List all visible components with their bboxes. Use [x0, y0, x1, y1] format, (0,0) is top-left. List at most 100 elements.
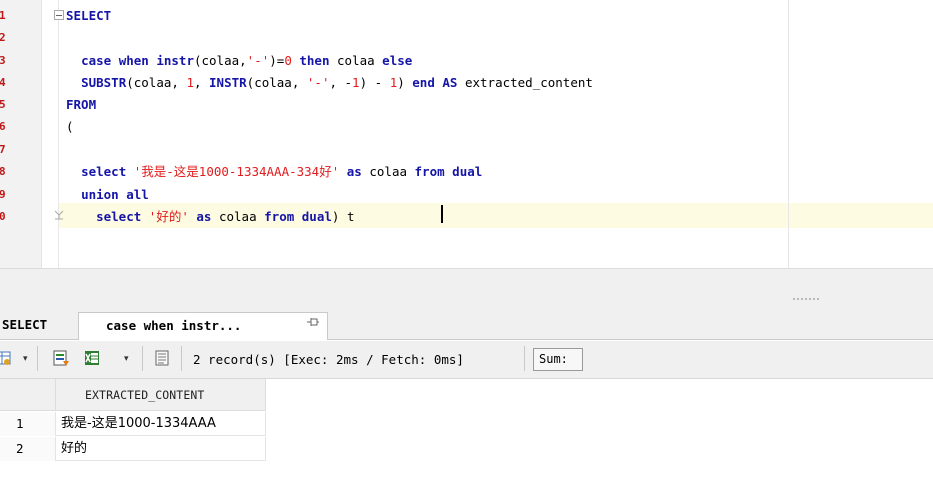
cell-extracted-content[interactable]: 我是-这是1000-1334AAA: [61, 412, 216, 436]
code-token: colaa: [361, 164, 415, 179]
record-count-status: 2 record(s) [Exec: 2ms / Fetch: 0ms]: [193, 352, 464, 367]
sql-editor[interactable]: 1 2 3 4 5 6 7 8 9 0 SELECT case when ins…: [0, 0, 933, 268]
code-token: '-': [306, 75, 330, 90]
line-number: 0: [0, 210, 6, 223]
code-line[interactable]: FROM: [66, 95, 96, 115]
code-token: 0: [284, 53, 292, 68]
toolbar-separator: [181, 346, 182, 371]
code-token: select: [81, 164, 127, 179]
code-token: dual: [301, 209, 332, 224]
code-token: colaa: [211, 209, 265, 224]
table-options-dropdown-icon[interactable]: ▾: [23, 354, 28, 364]
toolbar-separator: [37, 346, 38, 371]
code-token: ,: [193, 75, 210, 90]
code-token: 1: [186, 75, 194, 90]
code-token: dual: [452, 164, 483, 179]
excel-icon[interactable]: [83, 349, 101, 367]
code-token: '我是-这是1000-1334AAA-334好': [133, 164, 340, 179]
code-token: instr: [156, 53, 194, 68]
code-token: (colaa,: [246, 75, 307, 90]
code-token: else: [382, 53, 413, 68]
code-token: ) -: [359, 75, 390, 90]
code-token: from: [414, 164, 445, 179]
code-token: then: [299, 53, 330, 68]
code-token: from: [264, 209, 295, 224]
page-icon[interactable]: [153, 349, 171, 367]
right-margin-guide: [788, 0, 789, 268]
grid-corner-cell[interactable]: [0, 379, 56, 411]
text-caret: [441, 205, 443, 223]
code-token: ): [397, 75, 413, 90]
code-token: colaa: [329, 53, 383, 68]
code-token: SUBSTR: [81, 75, 127, 90]
result-tab-bar: SELECT case when instr...: [0, 310, 933, 340]
code-token: (colaa,: [126, 75, 187, 90]
line-number: 8: [0, 165, 6, 178]
code-token: INSTR: [209, 75, 247, 90]
code-token: all: [126, 187, 149, 202]
code-token: (colaa,: [193, 53, 247, 68]
fold-column: [42, 0, 59, 268]
toolbar-separator: [142, 346, 143, 371]
fold-end-icon: [54, 210, 64, 220]
line-number: 5: [0, 98, 6, 111]
code-token: (: [66, 119, 74, 134]
fold-minus-icon[interactable]: [54, 10, 64, 20]
code-token: )=: [269, 53, 285, 68]
line-number: 9: [0, 188, 6, 201]
row-number[interactable]: 1: [0, 412, 56, 436]
line-number: 1: [0, 9, 6, 22]
line-number: 4: [0, 76, 6, 89]
line-number: 7: [0, 143, 6, 156]
pin-icon[interactable]: [306, 316, 320, 328]
code-token: select: [96, 209, 142, 224]
code-line[interactable]: union all: [66, 185, 149, 205]
tab-select[interactable]: SELECT: [0, 312, 78, 340]
code-token: union: [81, 187, 119, 202]
table-row[interactable]: 2 好的: [0, 437, 266, 461]
row-number[interactable]: 2: [0, 437, 56, 461]
code-token: case: [81, 53, 112, 68]
column-header-extracted-content[interactable]: EXTRACTED_CONTENT: [85, 388, 204, 402]
tab-case-when-instr[interactable]: case when instr...: [78, 312, 328, 340]
code-line[interactable]: SUBSTR(colaa, 1, INSTR(colaa, '-', -1) -…: [66, 73, 593, 93]
code-line[interactable]: select '我是-这是1000-1334AAA-334好' as colaa…: [66, 162, 482, 182]
export-icon[interactable]: [52, 349, 70, 367]
cell-extracted-content[interactable]: 好的: [61, 437, 87, 461]
code-line[interactable]: case when instr(colaa,'-')=0 then colaa …: [66, 51, 412, 71]
code-token: FROM: [66, 97, 97, 112]
code-token: end: [412, 75, 435, 90]
line-number: 6: [0, 120, 6, 133]
pane-splitter[interactable]: [0, 268, 933, 310]
export-dropdown-icon[interactable]: ▾: [124, 354, 129, 364]
code-token: as: [346, 164, 362, 179]
code-token: extracted_content: [457, 75, 593, 90]
code-token: , -: [329, 75, 353, 90]
table-options-icon[interactable]: [0, 349, 12, 367]
code-line[interactable]: SELECT: [66, 6, 111, 26]
line-number: 3: [0, 54, 6, 67]
code-token: 1: [352, 75, 360, 90]
code-token: as: [196, 209, 212, 224]
sum-button[interactable]: Sum:: [533, 348, 583, 371]
code-token: when: [118, 53, 149, 68]
toolbar-separator: [524, 346, 525, 371]
code-token: AS: [442, 75, 458, 90]
code-line[interactable]: (: [66, 117, 74, 137]
code-token: '好的': [148, 209, 189, 224]
code-line[interactable]: select '好的' as colaa from dual) t: [66, 207, 354, 227]
code-token: ) t: [331, 209, 355, 224]
table-row[interactable]: 1 我是-这是1000-1334AAA: [0, 412, 266, 436]
result-toolbar: [0, 341, 933, 379]
splitter-grip-icon[interactable]: [793, 298, 823, 302]
